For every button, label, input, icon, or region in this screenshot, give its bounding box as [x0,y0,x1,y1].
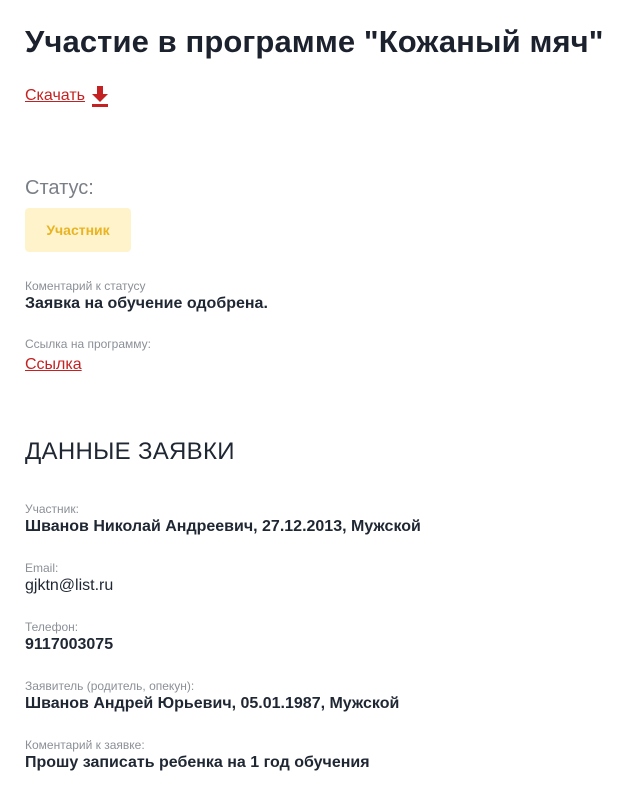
program-link-label: Ссылка на программу: [25,337,151,351]
download-link-group[interactable]: Скачать [25,85,109,107]
application-comment-value: Прошу записать ребенка на 1 год обучения [25,754,370,771]
email-value: gjktn@list.ru [25,577,114,594]
phone-value: 9117003075 [25,636,114,653]
phone-label: Телефон: [25,620,79,634]
application-comment-label: Коментарий к заявке: [25,738,145,752]
section-title-application-data: ДАННЫЕ ЗАЯВКИ [25,438,235,465]
applicant-label: Заявитель (родитель, опекун): [25,679,195,693]
email-label: Email: [25,561,59,575]
participant-value: Шванов Николай Андреевич, 27.12.2013, Му… [25,518,421,535]
status-heading: Статус: [25,177,94,199]
participant-label: Участник: [25,502,79,516]
status-badge: Участник [25,208,131,252]
page-title: Участие в программе "Кожаный мяч" [25,24,604,59]
applicant-value: Шванов Андрей Юрьевич, 05.01.1987, Мужск… [25,695,400,712]
status-comment-value: Заявка на обучение одобрена. [25,295,268,312]
program-link[interactable]: Ссылка [25,356,82,374]
application-page: Участие в программе "Кожаный мяч" Скачат… [0,0,626,811]
download-link[interactable]: Скачать [25,87,85,105]
status-comment-label: Коментарий к статусу [25,279,146,293]
download-arrow-icon[interactable] [91,85,109,107]
